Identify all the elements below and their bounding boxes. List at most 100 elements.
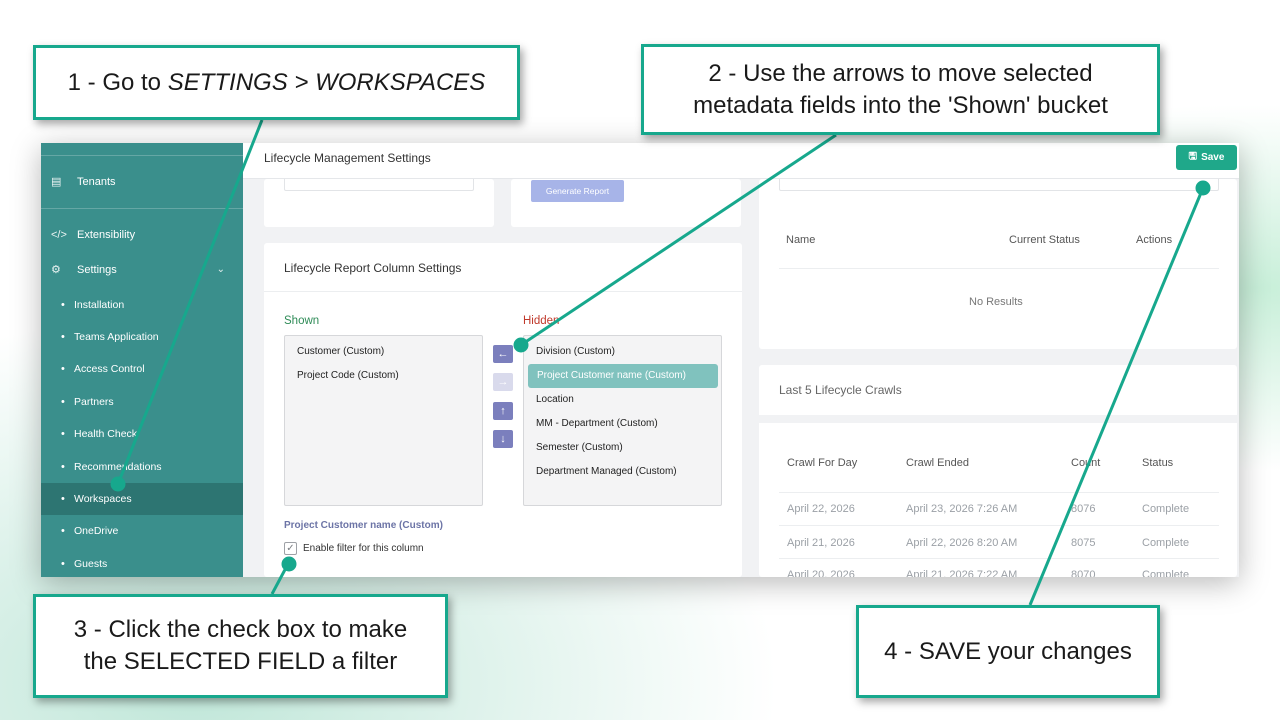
- sidebar-item-label: Installation: [74, 299, 125, 311]
- column-header-current-status[interactable]: Current Status: [1009, 234, 1080, 246]
- callout-text: 4 - SAVE your changes: [884, 637, 1132, 665]
- column-header-status[interactable]: Status: [1142, 457, 1173, 469]
- callout-step1-prefix: 1 - Go to: [67, 68, 168, 96]
- table-cell: April 23, 2026 7:26 AM: [906, 503, 1018, 515]
- column-header-count[interactable]: Count: [1071, 457, 1100, 469]
- table-cell: 8070: [1071, 569, 1096, 577]
- sidebar-item-guests[interactable]: Guests: [41, 548, 243, 577]
- sidebar-item-access-control[interactable]: Access Control: [41, 353, 243, 385]
- table-cell: April 22, 2026: [787, 503, 855, 515]
- callout-text: metadata fields into the 'Shown' bucket: [693, 91, 1108, 119]
- sidebar-item-label: Health Check: [74, 428, 138, 440]
- top-bar: Lifecycle Management Settings 🖫 Save: [243, 143, 1239, 179]
- status-card: Name Current Status Actions No Results: [759, 179, 1237, 349]
- generate-report-card: Generate Report: [511, 179, 741, 227]
- callout-text: the SELECTED FIELD a filter: [83, 648, 398, 675]
- gear-icon: ⚙: [51, 264, 61, 276]
- column-settings-card: Lifecycle Report Column Settings Shown H…: [264, 243, 742, 577]
- tenants-icon: ▤: [51, 176, 62, 188]
- callout-step1-emphasis: SETTINGS > WORKSPACES: [167, 68, 486, 96]
- arrow-up-icon: ↑: [500, 405, 506, 417]
- status-search-input[interactable]: [779, 179, 1219, 191]
- list-item[interactable]: MM - Department (Custom): [524, 414, 721, 434]
- check-icon: ✓: [286, 543, 295, 554]
- empty-results-text: No Results: [969, 296, 1023, 308]
- sidebar-item-label: OneDrive: [74, 525, 119, 537]
- sidebar-item-label: Workspaces: [74, 493, 132, 505]
- arrow-left-icon: ←: [497, 348, 509, 360]
- sidebar-item-workspaces[interactable]: Workspaces: [41, 483, 243, 515]
- sidebar-item-health-check[interactable]: Health Check: [41, 418, 243, 450]
- table-cell: Complete: [1142, 537, 1190, 549]
- sidebar-item-teams-application[interactable]: Teams Application: [41, 321, 243, 353]
- generate-report-button[interactable]: Generate Report: [531, 180, 624, 202]
- column-header-crawl-for-day[interactable]: Crawl For Day: [787, 457, 857, 469]
- table-cell: April 20, 2026: [787, 569, 855, 577]
- save-icon: 🖫: [1188, 151, 1198, 162]
- move-left-button[interactable]: ←: [493, 345, 513, 363]
- sidebar-divider: [41, 208, 243, 209]
- table-cell: Complete: [1142, 569, 1190, 577]
- sidebar-item-label: Extensibility: [77, 229, 136, 241]
- sidebar-item-recommendations[interactable]: Recommendations: [41, 451, 243, 483]
- sidebar-item-tenants[interactable]: ▤ Tenants: [41, 168, 243, 196]
- crawls-title: Last 5 Lifecycle Crawls: [779, 383, 902, 397]
- move-down-button[interactable]: ↓: [493, 430, 513, 448]
- callout-text: 2 - Use the arrows to move selected: [708, 59, 1093, 87]
- sidebar-item-label: Guests: [74, 558, 108, 570]
- table-cell: 8076: [1071, 503, 1096, 515]
- table-divider: [779, 558, 1219, 559]
- callout-text: 3 - Click the check box to make: [73, 616, 408, 643]
- save-button[interactable]: 🖫 Save: [1176, 145, 1237, 170]
- sidebar-item-partners[interactable]: Partners: [41, 386, 243, 418]
- callout-step-4: 4 - SAVE your changes: [856, 605, 1160, 698]
- sidebar-item-label: Access Control: [74, 363, 145, 375]
- list-item[interactable]: Semester (Custom): [524, 438, 721, 458]
- sidebar-item-label: Recommendations: [74, 461, 162, 473]
- hidden-label: Hidden: [523, 315, 560, 327]
- card-divider: [264, 291, 742, 292]
- shown-list[interactable]: Customer (Custom) Project Code (Custom): [284, 335, 483, 506]
- callout-step-1: 1 - Go to SETTINGS > WORKSPACES: [33, 45, 520, 120]
- sidebar-divider: [41, 155, 243, 156]
- callout-text: 1 - Go to SETTINGS > WORKSPACES: [68, 67, 486, 99]
- hidden-list[interactable]: Division (Custom) Project Customer name …: [523, 335, 722, 506]
- table-cell: Complete: [1142, 503, 1190, 515]
- page-title: Lifecycle Management Settings: [264, 151, 431, 165]
- arrow-down-icon: ↓: [500, 433, 506, 445]
- callout-step-3: 3 - Click the check box to make the SELE…: [33, 594, 448, 698]
- code-icon: </>: [51, 229, 67, 241]
- move-right-button[interactable]: →: [493, 373, 513, 391]
- list-item[interactable]: Location: [524, 390, 721, 410]
- column-header-actions: Actions: [1136, 234, 1173, 246]
- list-item-selected[interactable]: Project Customer name (Custom): [528, 364, 718, 388]
- table-cell: April 22, 2026 8:20 AM: [906, 537, 1018, 549]
- list-item[interactable]: Division (Custom): [524, 342, 721, 362]
- selected-field-label: Project Customer name (Custom): [284, 520, 443, 531]
- column-settings-title: Lifecycle Report Column Settings: [284, 261, 462, 275]
- report-filter-card: [264, 179, 494, 227]
- app-screenshot: ▤ Tenants </> Extensibility ⚙ Settings ⌄…: [41, 143, 1239, 577]
- table-divider: [779, 268, 1219, 269]
- sidebar-item-onedrive[interactable]: OneDrive: [41, 515, 243, 547]
- column-header-crawl-ended[interactable]: Crawl Ended: [906, 457, 969, 469]
- shown-label: Shown: [284, 315, 320, 327]
- table-cell: April 21, 2026 7:22 AM: [906, 569, 1018, 577]
- sidebar-item-settings[interactable]: ⚙ Settings ⌄: [41, 256, 243, 284]
- sidebar-item-installation[interactable]: Installation: [41, 289, 243, 321]
- sidebar-item-label: Settings: [77, 264, 117, 276]
- sidebar-item-label: Partners: [74, 396, 114, 408]
- list-item[interactable]: Project Code (Custom): [285, 366, 482, 386]
- table-divider: [779, 525, 1219, 526]
- list-item[interactable]: Department Managed (Custom): [524, 462, 721, 482]
- column-header-name[interactable]: Name: [786, 234, 815, 246]
- move-up-button[interactable]: ↑: [493, 402, 513, 420]
- report-filter-input[interactable]: [284, 179, 474, 191]
- filter-checkbox[interactable]: ✓: [284, 542, 297, 555]
- sidebar: ▤ Tenants </> Extensibility ⚙ Settings ⌄…: [41, 143, 243, 577]
- crawls-card: Last 5 Lifecycle Crawls Crawl For Day Cr…: [759, 365, 1237, 577]
- card-divider: [759, 415, 1237, 423]
- sidebar-item-extensibility[interactable]: </> Extensibility: [41, 221, 243, 249]
- list-item[interactable]: Customer (Custom): [285, 342, 482, 362]
- chevron-down-icon: ⌄: [216, 264, 225, 275]
